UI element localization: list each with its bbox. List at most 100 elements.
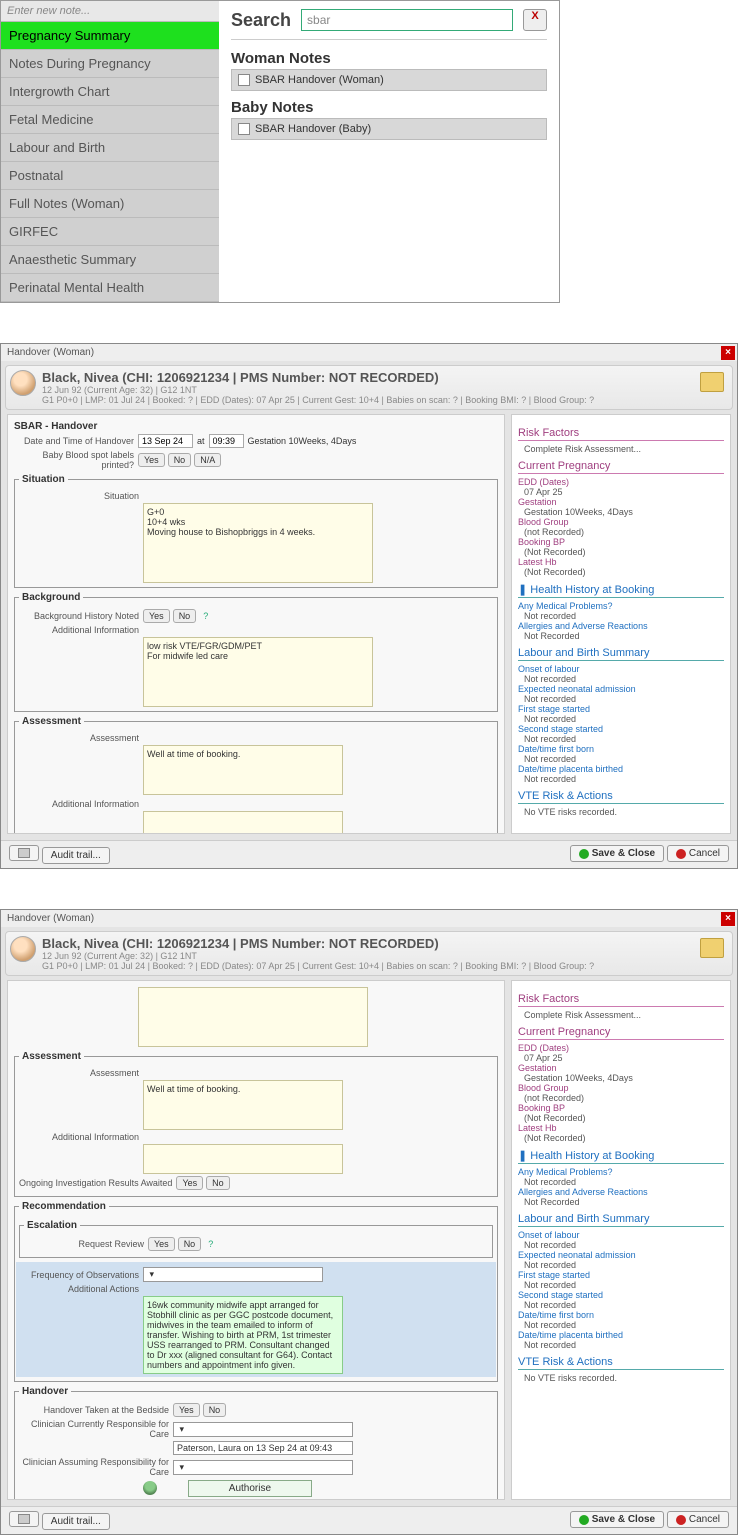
- no-button[interactable]: No: [168, 453, 192, 467]
- yes-button[interactable]: Yes: [138, 453, 165, 467]
- recommendation-fieldset: Recommendation Escalation Request Review…: [14, 1201, 498, 1382]
- sidebar-item-notes-during-pregnancy[interactable]: Notes During Pregnancy: [1, 50, 219, 78]
- complete-risk-link[interactable]: Complete Risk Assessment...: [524, 444, 724, 454]
- handover-window-scrolled: Handover (Woman) × Black, Nivea (CHI: 12…: [0, 909, 738, 1535]
- sidebar: Enter new note... Pregnancy Summary Note…: [1, 1, 219, 302]
- patient-meta-1: 12 Jun 92 (Current Age: 32) | G12 1NT: [42, 385, 726, 395]
- no-button[interactable]: No: [203, 1403, 227, 1417]
- lb-head: Labour and Birth Summary: [518, 1213, 724, 1227]
- assessment-label: Assessment: [19, 733, 139, 743]
- authorise-button[interactable]: Authorise: [188, 1480, 312, 1497]
- no-button[interactable]: No: [178, 1237, 202, 1251]
- yes-button[interactable]: Yes: [173, 1403, 200, 1417]
- search-area: Search X Woman Notes SBAR Handover (Woma…: [219, 1, 559, 302]
- sidebar-item-perinatal-mh[interactable]: Perinatal Mental Health: [1, 274, 219, 302]
- yes-button[interactable]: Yes: [176, 1176, 203, 1190]
- background-textarea[interactable]: low risk VTE/FGR/GDM/PET For midwife led…: [143, 637, 373, 707]
- sidebar-item-pregnancy-summary[interactable]: Pregnancy Summary: [1, 22, 219, 50]
- sidebar-item-postnatal[interactable]: Postnatal: [1, 162, 219, 190]
- freq-dropdown[interactable]: ▾: [143, 1267, 323, 1282]
- cancel-button[interactable]: Cancel: [667, 845, 729, 862]
- result-sbar-baby[interactable]: SBAR Handover (Baby): [231, 118, 547, 140]
- actions-textarea[interactable]: 16wk community midwife appt arranged for…: [143, 1296, 343, 1374]
- patient-name: Black, Nivea (CHI: 1206921234 | PMS Numb…: [42, 370, 726, 385]
- search-panel: Enter new note... Pregnancy Summary Note…: [0, 0, 560, 303]
- situation-label: Situation: [19, 491, 139, 501]
- sidebar-item-anaesthetic[interactable]: Anaesthetic Summary: [1, 246, 219, 274]
- date-input[interactable]: [138, 434, 193, 448]
- no-button[interactable]: No: [173, 609, 197, 623]
- help-icon[interactable]: ?: [208, 1239, 213, 1249]
- sbar-form: Assessment Assessment Well at time of bo…: [7, 980, 505, 1500]
- print-icon: [18, 1514, 30, 1524]
- search-label: Search: [231, 10, 291, 31]
- bp-label: Booking BP: [518, 537, 724, 547]
- cancel-button[interactable]: Cancel: [667, 1511, 729, 1528]
- hh-head: ❚ Health History at Booking: [518, 583, 724, 598]
- info-panel: Risk Factors Complete Risk Assessment...…: [511, 414, 731, 834]
- assessment-textarea[interactable]: Well at time of booking.: [143, 745, 343, 795]
- folder-icon[interactable]: [700, 938, 724, 958]
- footer: Audit trail... Save & Close Cancel: [1, 1506, 737, 1534]
- clin-value[interactable]: Paterson, Laura on 13 Sep 24 at 09:43: [173, 1441, 353, 1455]
- clin-resp-label: Clinician Currently Responsible for Care: [19, 1419, 169, 1439]
- enter-new-note[interactable]: Enter new note...: [1, 1, 219, 22]
- ongoing-label: Ongoing Investigation Results Awaited: [19, 1178, 172, 1188]
- print-button[interactable]: [9, 1511, 39, 1527]
- footer: Audit trail... Save & Close Cancel: [1, 840, 737, 868]
- sidebar-item-fetal-medicine[interactable]: Fetal Medicine: [1, 106, 219, 134]
- edd-label: EDD (Dates): [518, 477, 724, 487]
- close-icon[interactable]: ×: [721, 912, 735, 926]
- assessment-fieldset: Assessment Assessment Well at time of bo…: [14, 1051, 498, 1197]
- audit-trail-button[interactable]: Audit trail...: [42, 847, 110, 864]
- audit-trail-button[interactable]: Audit trail...: [42, 1513, 110, 1530]
- sidebar-item-full-notes[interactable]: Full Notes (Woman): [1, 190, 219, 218]
- close-icon[interactable]: ×: [721, 346, 735, 360]
- person-icon: [143, 1481, 157, 1495]
- baby-notes-head: Baby Notes: [231, 99, 547, 116]
- yes-button[interactable]: Yes: [143, 609, 170, 623]
- window-title: Handover (Woman) ×: [1, 344, 737, 361]
- cancel-icon: [676, 849, 686, 859]
- request-review-label: Request Review: [24, 1239, 144, 1249]
- assessment-textarea[interactable]: Well at time of booking.: [143, 1080, 343, 1130]
- vte-head: VTE Risk & Actions: [518, 1356, 724, 1370]
- situation-textarea[interactable]: G+0 10+4 wks Moving house to Bishopbrigg…: [143, 503, 373, 583]
- clear-search-button[interactable]: X: [523, 9, 547, 31]
- woman-notes-head: Woman Notes: [231, 50, 547, 67]
- avatar-icon: [10, 936, 36, 962]
- folder-icon[interactable]: [700, 372, 724, 392]
- save-close-button[interactable]: Save & Close: [570, 1511, 664, 1528]
- document-icon: [238, 123, 250, 135]
- print-button[interactable]: [9, 845, 39, 861]
- addl-info-label: Additional Information: [19, 1132, 139, 1142]
- addl-info-textarea[interactable]: [143, 1144, 343, 1174]
- no-button[interactable]: No: [206, 1176, 230, 1190]
- yes-button[interactable]: Yes: [148, 1237, 175, 1251]
- sidebar-item-labour-birth[interactable]: Labour and Birth: [1, 134, 219, 162]
- result-label: SBAR Handover (Baby): [255, 123, 371, 135]
- check-icon: [579, 1515, 589, 1525]
- complete-risk-link[interactable]: Complete Risk Assessment...: [524, 1010, 724, 1020]
- time-input[interactable]: [209, 434, 244, 448]
- bloodspot-label: Baby Blood spot labels printed?: [14, 450, 134, 470]
- prev-textarea[interactable]: [138, 987, 368, 1047]
- ho-bedside-label: Handover Taken at the Bedside: [19, 1405, 169, 1415]
- help-icon[interactable]: ?: [203, 611, 208, 621]
- result-sbar-woman[interactable]: SBAR Handover (Woman): [231, 69, 547, 91]
- freq-label: Frequency of Observations: [19, 1270, 139, 1280]
- med-label: Any Medical Problems?: [518, 601, 724, 611]
- save-close-button[interactable]: Save & Close: [570, 845, 664, 862]
- clin-assume-dropdown[interactable]: ▾: [173, 1460, 353, 1475]
- escalation-fieldset: Escalation Request Review Yes No ?: [19, 1220, 493, 1258]
- sidebar-item-intergrowth[interactable]: Intergrowth Chart: [1, 78, 219, 106]
- search-input[interactable]: [301, 9, 513, 31]
- addl-info-textarea[interactable]: [143, 811, 343, 834]
- sidebar-item-girfec[interactable]: GIRFEC: [1, 218, 219, 246]
- clin-assume-label: Clinician Assuming Responsibility for Ca…: [19, 1457, 169, 1477]
- clin-resp-dropdown[interactable]: ▾: [173, 1422, 353, 1437]
- info-panel: Risk Factors Complete Risk Assessment...…: [511, 980, 731, 1500]
- avatar-icon: [10, 370, 36, 396]
- window-title: Handover (Woman) ×: [1, 910, 737, 927]
- na-button[interactable]: N/A: [194, 453, 221, 467]
